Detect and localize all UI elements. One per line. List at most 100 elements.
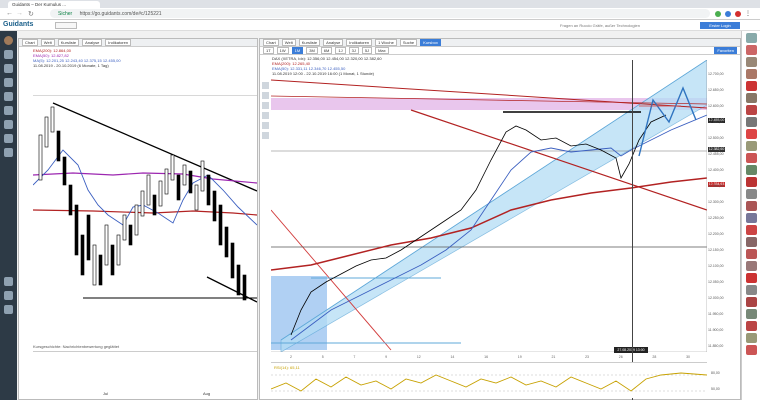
extension-blue-icon[interactable]: [725, 10, 731, 17]
time-axis-tick: 23: [585, 355, 589, 359]
ema200-line: [33, 209, 257, 216]
price-axis-tick: 12.600,00: [708, 104, 724, 108]
tool-indikatoren[interactable]: Indikatoren: [105, 39, 132, 46]
tf-6m[interactable]: 6M: [320, 47, 333, 54]
rectangle-tool-icon[interactable]: [262, 102, 269, 109]
document-icon[interactable]: [4, 134, 13, 143]
left-sidebar: [0, 31, 17, 400]
tool-analyse[interactable]: Analyse: [82, 39, 103, 46]
channel-tool-icon[interactable]: [262, 92, 269, 99]
tf-1w[interactable]: 1W: [276, 47, 289, 54]
price-axis-tick: 11.900,00: [708, 328, 724, 332]
avatar[interactable]: [746, 201, 757, 211]
avatar[interactable]: [746, 261, 757, 271]
avatar[interactable]: [746, 213, 757, 223]
left-price-chart[interactable]: [33, 95, 257, 385]
tool-welt[interactable]: Welt: [281, 39, 296, 46]
avatar[interactable]: [746, 309, 757, 319]
avatar[interactable]: [746, 285, 757, 295]
pencil-icon[interactable]: [4, 64, 13, 73]
tool-kursbox[interactable]: Kursbox: [420, 39, 441, 46]
avatar[interactable]: [746, 153, 757, 163]
avatar[interactable]: [746, 177, 757, 187]
tf-1m[interactable]: 1M: [291, 47, 304, 54]
avatar[interactable]: [746, 165, 757, 175]
legend-range: 11.08.2019 - 20.10.2019 (6 Monate, 1 Tag…: [33, 63, 109, 68]
tf-1j[interactable]: 1J: [335, 47, 346, 54]
avatar[interactable]: [746, 237, 757, 247]
tool-kursliste[interactable]: Kursliste: [298, 39, 321, 46]
avatar[interactable]: [4, 36, 13, 45]
tool-suche[interactable]: Suche: [399, 39, 418, 46]
eraser-tool-icon[interactable]: [262, 132, 269, 139]
avatar[interactable]: [746, 81, 757, 91]
time-axis-tick: 26: [618, 355, 623, 359]
chat-hint: Fragen an Ruccio Gräfe, außer Technologi…: [560, 23, 640, 28]
time-axis-tick: 28: [652, 355, 657, 359]
avatar[interactable]: [746, 225, 757, 235]
desktop-tab[interactable]: [55, 22, 77, 29]
price-axis-tick: 12.300,00: [708, 200, 724, 204]
tool-analyse[interactable]: Analyse: [323, 39, 344, 46]
tool-chart[interactable]: Chart: [263, 39, 279, 46]
tool-timespan[interactable]: 1 Woche: [375, 39, 397, 46]
tf-max[interactable]: Max: [375, 47, 389, 54]
forward-icon[interactable]: →: [16, 10, 23, 17]
tool-kursliste[interactable]: Kursliste: [57, 39, 80, 46]
avatar[interactable]: [746, 45, 757, 55]
url-text: https://go.guidants.com/de#c/125221: [79, 10, 162, 17]
app-logo: Guidants: [3, 21, 34, 28]
tool-indikatoren[interactable]: Indikatoren: [346, 39, 373, 46]
avatar[interactable]: [746, 345, 757, 355]
avatar[interactable]: [746, 33, 757, 43]
list-icon[interactable]: [4, 78, 13, 87]
tf-1t[interactable]: 1T: [263, 47, 274, 54]
text-tool-icon[interactable]: [262, 112, 269, 119]
tool-chart[interactable]: Chart: [22, 39, 38, 46]
left-candles: [38, 106, 247, 301]
monitor-icon[interactable]: [4, 50, 13, 59]
avatar[interactable]: [746, 69, 757, 79]
tool-welt[interactable]: Welt: [40, 39, 55, 46]
extension-red-icon[interactable]: [735, 10, 741, 17]
avatar[interactable]: [746, 57, 757, 67]
avatar[interactable]: [746, 297, 757, 307]
tf-5j[interactable]: 5J: [361, 47, 373, 54]
user-button[interactable]: Erster Login: [700, 22, 740, 29]
add-icon[interactable]: [4, 291, 13, 300]
avatar[interactable]: [746, 273, 757, 283]
tf-3m[interactable]: 3M: [306, 47, 318, 54]
avatar[interactable]: [746, 129, 757, 139]
avatar[interactable]: [746, 105, 757, 115]
url-field[interactable]: Sicher https://go.guidants.com/de#c/1252…: [50, 9, 710, 18]
avatar[interactable]: [746, 141, 757, 151]
eye-icon[interactable]: [4, 92, 13, 101]
menu-icon[interactable]: ⋮: [745, 10, 751, 17]
back-icon[interactable]: ←: [6, 10, 13, 17]
left-chart-footer: Kursgeschichte: Nachrichtenbewertung geg…: [33, 344, 120, 349]
avatar[interactable]: [746, 117, 757, 127]
time-axis-tick: 16: [484, 355, 489, 359]
folder-icon[interactable]: [4, 148, 13, 157]
timeframe-bar: 1T 1W 1M 3M 6M 1J 3J 5J Max Favoriten: [260, 47, 740, 55]
tf-3j[interactable]: 3J: [348, 47, 359, 54]
folder-open-icon[interactable]: [4, 305, 13, 314]
favorites-button[interactable]: Favoriten: [714, 47, 737, 54]
price-axis-tick: 11.850,00: [708, 344, 724, 348]
bell-icon[interactable]: [4, 106, 13, 115]
browser-tab[interactable]: Guidants – Der Kumulus ...: [8, 1, 100, 8]
extension-green-icon[interactable]: [715, 10, 721, 17]
avatar[interactable]: [746, 321, 757, 331]
chart-icon[interactable]: [4, 120, 13, 129]
avatar[interactable]: [746, 249, 757, 259]
left-chart-panel: Chart Welt Kursliste Analyse Indikatoren…: [18, 38, 258, 400]
secure-label: Sicher: [58, 10, 73, 17]
settings-icon[interactable]: [4, 277, 13, 286]
avatar[interactable]: [746, 333, 757, 343]
avatar[interactable]: [746, 93, 757, 103]
line-tool-icon[interactable]: [262, 82, 269, 89]
right-price-chart[interactable]: [271, 60, 707, 352]
reload-icon[interactable]: ↻: [28, 10, 34, 18]
fibonacci-tool-icon[interactable]: [262, 122, 269, 129]
avatar[interactable]: [746, 189, 757, 199]
